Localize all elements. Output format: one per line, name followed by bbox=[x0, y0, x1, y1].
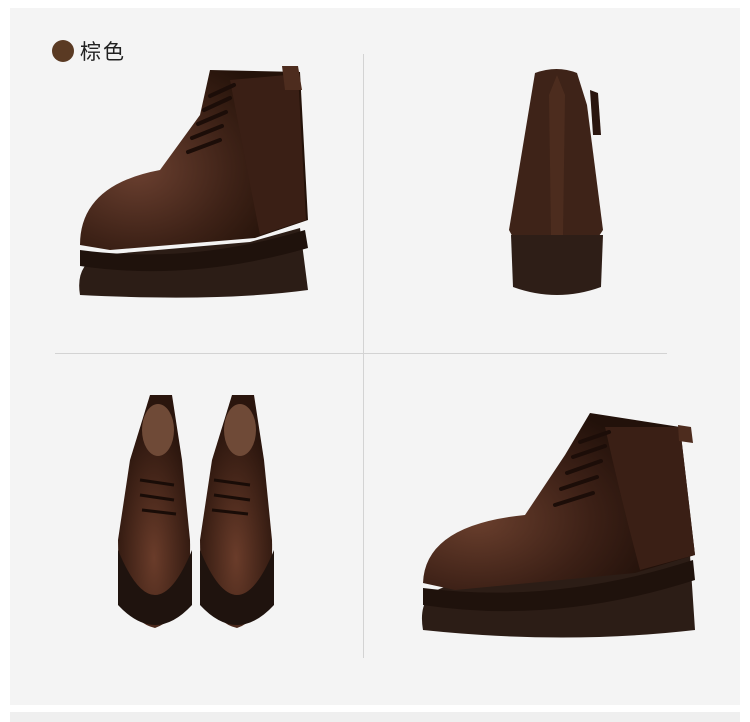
boot-side-view-large-photo bbox=[415, 405, 705, 645]
boot-back-view-photo bbox=[505, 65, 610, 305]
boot-side-view-photo bbox=[70, 60, 320, 305]
horizontal-divider bbox=[55, 353, 667, 354]
vertical-divider bbox=[363, 54, 364, 658]
color-swatch bbox=[52, 40, 74, 62]
boot-pair-front-view-photo bbox=[110, 390, 280, 640]
bottom-strip bbox=[10, 712, 740, 722]
